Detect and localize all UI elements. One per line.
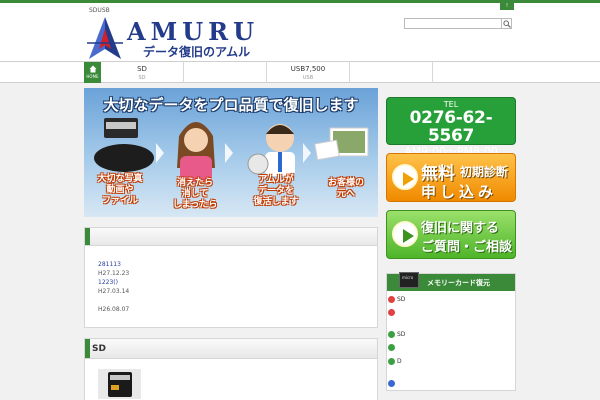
memory-card-widget: micro メモリーカード復元 SD SD D [386,272,516,391]
news-date: H26.08.07 [98,306,130,313]
nav-home-label: HOME [86,74,99,79]
banner-caption-text: 大切な写真 動画や ファイル [97,174,143,206]
memory-list-item[interactable]: SD [388,296,405,303]
nav-item-2[interactable] [184,62,267,83]
news-link[interactable]: 1223() [98,279,118,286]
banner-caption-text: お客様の 元へ [327,178,364,199]
banner-caption-text: 消えたら 消して しまったら [172,178,218,210]
bullet-icon [388,380,395,387]
memory-list-item[interactable] [388,309,397,316]
bullet-icon [388,344,395,351]
search-button[interactable] [502,18,512,29]
news-date: H27.12.23 [98,270,130,277]
nav-item-usb[interactable]: USB7,500 USB [267,62,350,83]
play-icon [392,164,418,190]
search-icon [503,20,511,28]
site-tagline: SDUSB [89,7,110,14]
logo-subtitle: データ復旧のアムル [143,45,251,59]
banner-caption-1: 大切な写真 動画や ファイル [84,174,156,207]
apply-line2-text: 申し込み [421,183,498,201]
tel-number: 0276-62-5567 [409,108,493,146]
search-input[interactable] [404,18,502,29]
news-link[interactable]: 281113 [98,261,121,268]
memory-card-header: micro メモリーカード復元 [387,272,515,291]
nav-item-sd[interactable]: SD SD [101,62,184,83]
sd-section-header: SD [85,339,377,359]
banner-caption-text: アムルが データを 復活します [253,175,299,207]
consultation-button[interactable]: 復旧に関する ご質問・ご相談 [386,210,516,259]
apply-small-text: 初期診断 [460,165,509,179]
logo-title: AMURU [127,17,259,46]
panel-accent [85,228,90,245]
nav-item-sublabel: SD [138,75,146,81]
hero-banner[interactable]: 大切なデータをプロ品質で復旧します 大切な写真 動画や ファイル 消えたら 消し… [84,88,378,217]
news-panel: 281113 H27.12.23 1223() H27.03.14 H26.08… [84,227,378,328]
flow-arrow-icon [225,143,233,163]
memory-card-title: メモリーカード復元 [427,279,490,287]
flow-arrow-icon [156,143,164,163]
play-icon [392,221,418,247]
news-date: H27.03.14 [98,288,130,295]
consult-line1: 復旧に関する [421,221,500,236]
bullet-icon [388,296,395,303]
bullet-icon [388,358,395,365]
banner-caption-4: お客様の 元へ [314,178,378,200]
home-icon [89,65,96,73]
logo-mark-icon [87,17,123,59]
sd-section-title: SD [92,344,106,354]
memory-list-item[interactable]: SD [388,331,405,338]
banner-caption-2: 消えたら 消して しまったら [164,178,226,211]
banner-caption-3: アムルが データを 復活します [244,175,308,208]
consult-line2: ご質問・ご相談 [421,240,513,255]
nav-item-4[interactable] [350,62,433,83]
sd-card-icon [108,372,132,397]
top-tab[interactable]: ! [500,3,514,10]
news-panel-header [85,228,377,246]
memory-item-label: D [397,358,402,365]
site-logo[interactable]: AMURU データ復旧のアムル [85,15,270,61]
memory-list-item[interactable] [388,344,397,351]
memory-item-label: SD [397,296,406,303]
sd-card-image[interactable] [98,369,141,399]
panel-accent [85,339,90,358]
memory-list-item[interactable]: D [388,358,402,365]
nav-home[interactable]: HOME [84,62,101,83]
memory-list-item[interactable] [388,380,397,387]
bullet-icon [388,309,395,316]
site-header: SDUSB ! AMURU データ復旧のアムル [0,3,600,61]
nav-item-sublabel: USB [302,75,314,81]
global-nav: HOME SD SD USB7,500 USB [0,61,600,83]
memory-card-icon: micro [399,272,419,288]
memory-item-label: SD [397,331,406,338]
nav-item-label: SD [137,65,147,73]
bullet-icon [388,331,395,338]
free-diagnosis-button[interactable]: 無料 初期診断 申し込み [386,153,516,202]
nav-item-label: USB7,500 [290,65,326,73]
flow-arrow-icon [303,143,311,163]
sd-section: SD [84,338,378,400]
tel-button[interactable]: TEL 0276-62-5567 AM9:00～PM8:00 [386,97,516,158]
